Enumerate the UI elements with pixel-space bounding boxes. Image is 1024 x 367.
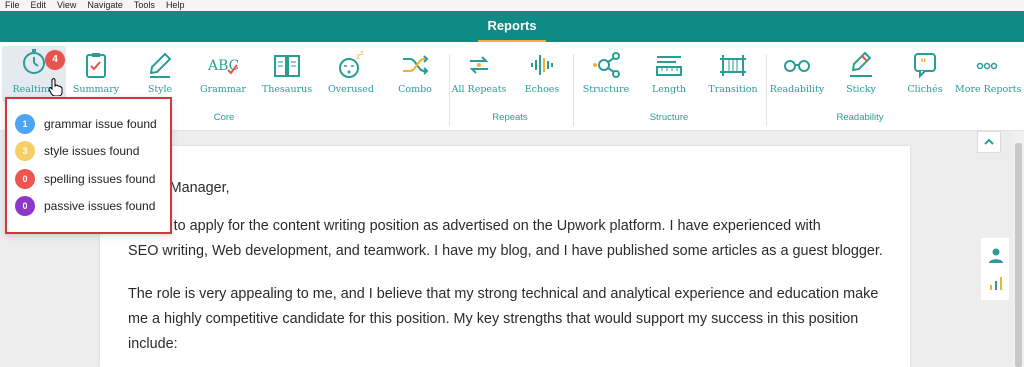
tool-label: All Repeats (451, 84, 507, 95)
tool-label: Combo (398, 84, 432, 95)
tool-all-repeats[interactable]: All Repeats (447, 50, 511, 102)
tool-summary[interactable]: Summary (64, 50, 128, 102)
bridge-icon (720, 55, 746, 76)
doc-para2-line3: include: (128, 336, 178, 352)
more-dots-icon (976, 62, 998, 70)
hand-cursor-icon (49, 78, 63, 96)
grammar-count-badge: 1 (15, 114, 35, 134)
tool-overused[interactable]: zz Overused (319, 50, 383, 102)
doc-para1-line2: SEO writing, Web development, and teamwo… (128, 243, 883, 259)
menu-help[interactable]: Help (166, 0, 185, 11)
menu-tools[interactable]: Tools (134, 0, 155, 11)
tool-label: More Reports (955, 84, 1022, 95)
menu-bar: File Edit View Navigate Tools Help (0, 0, 1024, 11)
menu-view[interactable]: View (57, 0, 76, 11)
tool-structure[interactable]: Structure (574, 50, 638, 102)
quote-bubble-icon: " (914, 53, 936, 79)
tool-transition[interactable]: Transition (701, 50, 765, 102)
svg-text:": " (920, 57, 927, 72)
tool-label: Transition (708, 84, 758, 95)
tool-label: Summary (72, 84, 120, 95)
doc-salutation: Hiring Manager, (128, 180, 230, 196)
tool-echoes[interactable]: Echoes (510, 50, 574, 102)
stats-chart-icon[interactable] (988, 275, 1004, 291)
document-page[interactable]: Hiring Manager, writing to apply for the… (100, 146, 910, 367)
doc-para2-line2: me a highly competitive candidate for th… (128, 311, 859, 327)
abc-check-icon: ABC (208, 58, 238, 75)
user-icon[interactable] (988, 247, 1004, 263)
header-title[interactable]: Reports (0, 18, 1024, 33)
pen-icon (149, 52, 172, 78)
tool-more-reports[interactable]: More Reports (955, 50, 1022, 102)
doc-para1-line1: writing to apply for the content writing… (128, 218, 821, 234)
tool-cliches[interactable]: " Clichés (893, 50, 957, 102)
passive-count-badge: 0 (15, 196, 35, 216)
svg-text:z: z (360, 50, 364, 57)
popup-item-grammar[interactable]: 1 grammar issue found (15, 113, 157, 135)
tool-label: Style (147, 84, 173, 95)
popup-item-style[interactable]: 3 style issues found (15, 140, 139, 162)
popup-item-label: spelling issues found (44, 172, 156, 186)
chevron-up-icon (984, 138, 994, 145)
group-label-repeats: Repeats (492, 112, 528, 123)
reports-header: Reports (0, 11, 1024, 42)
side-panel (981, 238, 1009, 300)
menu-edit[interactable]: Edit (31, 0, 47, 11)
group-label-readability: Readability (836, 112, 884, 123)
tool-length[interactable]: Length (637, 50, 701, 102)
menu-file[interactable]: File (5, 0, 20, 11)
sound-wave-icon (531, 55, 553, 75)
popup-item-label: grammar issue found (44, 117, 157, 131)
popup-item-spelling[interactable]: 0 spelling issues found (15, 168, 155, 190)
repeat-arrows-icon (469, 56, 489, 74)
scrollbar-thumb[interactable] (1015, 143, 1022, 367)
tool-style[interactable]: Style (128, 50, 192, 102)
spelling-count-badge: 0 (15, 169, 35, 189)
tool-label: Structure (582, 84, 630, 95)
book-icon (274, 55, 300, 77)
network-icon (593, 52, 620, 78)
sticky-pencil-icon (850, 51, 872, 77)
tool-label: Clichés (907, 84, 943, 95)
ruler-icon (656, 56, 682, 76)
tool-thesaurus[interactable]: Thesaurus (255, 50, 319, 102)
tool-label: Overused (327, 84, 374, 95)
doc-para2-line1: The role is very appealing to me, and I … (128, 286, 879, 302)
tool-label: Thesaurus (261, 84, 313, 95)
group-label-core: Core (213, 112, 235, 123)
tool-combo[interactable]: Combo (383, 50, 447, 102)
popup-item-label: style issues found (44, 144, 140, 158)
popup-item-passive[interactable]: 0 passive issues found (15, 195, 155, 217)
tool-label: Readability (769, 84, 825, 95)
tool-readability[interactable]: Readability (765, 50, 829, 102)
realtime-count-badge: 4 (45, 50, 65, 70)
realtime-issues-popup: 1 grammar issue found 3 style issues fou… (5, 97, 172, 234)
menu-navigate[interactable]: Navigate (87, 0, 123, 11)
clipboard-icon (86, 53, 106, 78)
shuffle-icon (403, 55, 429, 75)
tool-label: Echoes (524, 84, 560, 95)
tool-label: Length (651, 84, 687, 95)
svg-text:ABC: ABC (208, 58, 238, 74)
collapse-toolbar-button[interactable] (977, 131, 1001, 153)
style-count-badge: 3 (15, 141, 35, 161)
tool-label: Grammar (199, 84, 246, 95)
sleepy-face-icon: zz (339, 50, 364, 78)
popup-item-label: passive issues found (44, 199, 156, 213)
tool-label: Sticky (846, 84, 876, 95)
glasses-icon (784, 60, 810, 72)
tool-sticky[interactable]: Sticky (829, 50, 893, 102)
group-label-structure: Structure (649, 112, 689, 123)
tool-grammar[interactable]: ABC Grammar (191, 50, 255, 102)
